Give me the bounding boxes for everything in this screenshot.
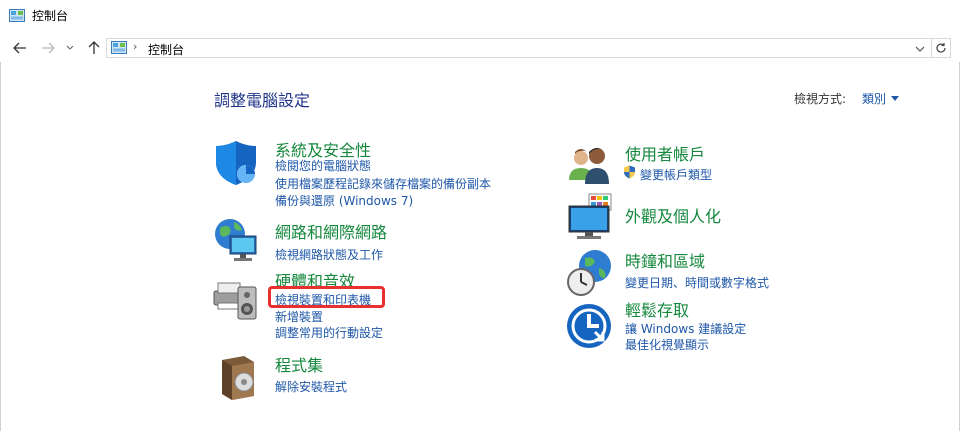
arrow-left-icon bbox=[13, 42, 26, 54]
chevron-down-icon[interactable] bbox=[913, 42, 927, 56]
category-clock-region-title[interactable]: 時鐘和區域 bbox=[625, 248, 705, 272]
link-change-account-type[interactable]: 變更帳戶類型 bbox=[640, 166, 712, 183]
arrow-up-icon bbox=[88, 41, 100, 54]
link-view-network-status[interactable]: 檢視網路狀態及工作 bbox=[275, 246, 383, 263]
window-title: 控制台 bbox=[32, 9, 69, 23]
category-user-accounts-title[interactable]: 使用者帳戶 bbox=[625, 141, 705, 165]
refresh-icon bbox=[935, 43, 946, 53]
link-backup-restore[interactable]: 備份與還原 (Windows 7) bbox=[275, 192, 413, 209]
view-by-value[interactable]: 類別 bbox=[862, 90, 886, 107]
breadcrumb-chevron-icon[interactable]: › bbox=[133, 40, 137, 53]
uac-shield-icon bbox=[624, 165, 635, 179]
arrow-right-icon bbox=[42, 42, 55, 54]
up-button[interactable] bbox=[84, 38, 104, 58]
users-icon[interactable] bbox=[565, 140, 615, 190]
category-ease-of-access-title[interactable]: 輕鬆存取 bbox=[625, 297, 689, 321]
link-file-history-backup[interactable]: 使用檔案歷程記錄來儲存檔案的備份副本 bbox=[275, 175, 491, 192]
view-by-dropdown[interactable]: 類別 bbox=[862, 90, 900, 107]
highlight-box bbox=[268, 286, 385, 308]
category-network-title[interactable]: 網路和網際網路 bbox=[275, 219, 387, 243]
breadcrumb-item[interactable]: 控制台 bbox=[148, 41, 184, 58]
window-border bbox=[0, 62, 1, 431]
ease-of-access-icon[interactable] bbox=[565, 302, 615, 352]
link-add-device[interactable]: 新增裝置 bbox=[275, 308, 323, 325]
programs-box-icon[interactable] bbox=[214, 352, 264, 402]
back-button[interactable] bbox=[10, 38, 30, 58]
caret-down-icon bbox=[891, 96, 900, 101]
title-bar: 控制台 bbox=[0, 0, 960, 32]
forward-button[interactable] bbox=[38, 38, 58, 58]
link-optimize-visual-display[interactable]: 最佳化視覺顯示 bbox=[625, 336, 709, 353]
page-title: 調整電腦設定 bbox=[214, 91, 311, 110]
link-uninstall-program[interactable]: 解除安裝程式 bbox=[275, 378, 347, 395]
link-mobility-settings[interactable]: 調整常用的行動設定 bbox=[275, 324, 383, 341]
network-globe-icon[interactable] bbox=[212, 214, 262, 264]
recent-locations-button[interactable] bbox=[63, 38, 77, 58]
view-by-label: 檢視方式: bbox=[794, 92, 847, 106]
shield-icon[interactable] bbox=[212, 138, 262, 188]
control-panel-icon bbox=[9, 9, 25, 22]
printer-speaker-icon[interactable] bbox=[212, 271, 262, 321]
link-windows-suggest-settings[interactable]: 讓 Windows 建議設定 bbox=[625, 320, 746, 337]
category-programs-title[interactable]: 程式集 bbox=[275, 352, 323, 376]
clock-globe-icon[interactable] bbox=[565, 248, 615, 298]
link-change-date-time-format[interactable]: 變更日期、時間或數字格式 bbox=[625, 274, 769, 291]
chevron-down-icon bbox=[66, 45, 74, 50]
address-bar[interactable]: › 控制台 bbox=[106, 38, 932, 58]
appearance-monitor-icon[interactable] bbox=[565, 192, 615, 242]
link-review-computer-status[interactable]: 檢閱您的電腦狀態 bbox=[275, 157, 371, 174]
refresh-button[interactable] bbox=[931, 38, 951, 58]
category-appearance-title[interactable]: 外觀及個人化 bbox=[625, 203, 721, 227]
control-panel-icon bbox=[111, 41, 127, 54]
